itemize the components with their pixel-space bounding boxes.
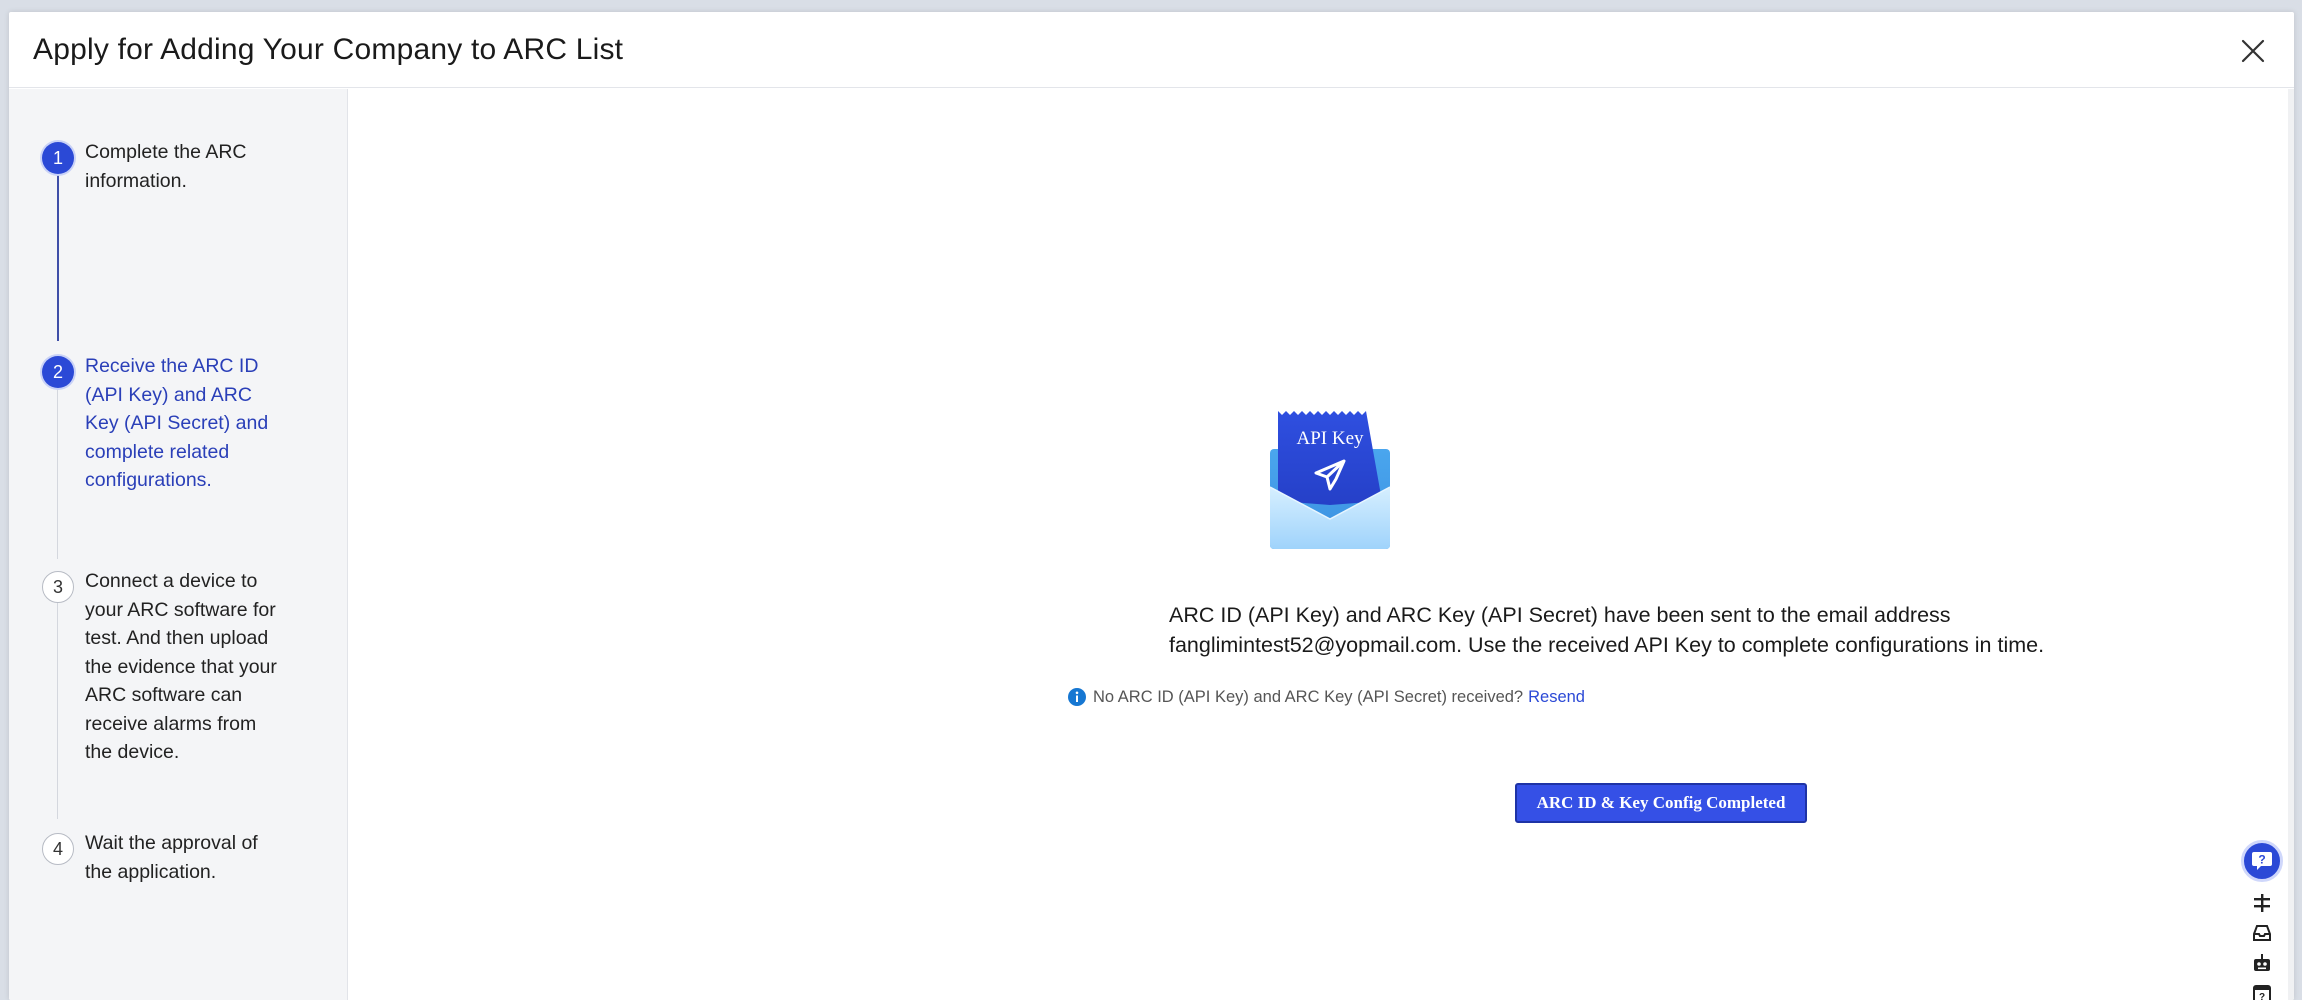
step-label: Complete the ARC information. bbox=[85, 141, 247, 192]
config-completed-button[interactable]: ARC ID & Key Config Completed bbox=[1515, 783, 1807, 823]
step-label: Connect a device to your ARC software fo… bbox=[85, 570, 277, 763]
step-2: 2 Receive the ARC ID (API Key) and ARC K… bbox=[42, 352, 285, 495]
resend-row: No ARC ID (API Key) and ARC Key (API Sec… bbox=[348, 687, 2294, 707]
step-list: 1 Complete the ARC information. 2 Receiv… bbox=[9, 89, 348, 1000]
svg-text:?: ? bbox=[2258, 853, 2265, 867]
sent-message: ARC ID (API Key) and ARC Key (API Secret… bbox=[1169, 603, 2045, 657]
not-received-text: No ARC ID (API Key) and ARC Key (API Sec… bbox=[1093, 687, 1524, 706]
illustration-label: API Key bbox=[1296, 428, 1364, 449]
step-number: 4 bbox=[42, 833, 74, 865]
floating-toolbar: ? ? bbox=[2238, 840, 2286, 1000]
step-3: 3 Connect a device to your ARC software … bbox=[42, 567, 285, 767]
calendar-help-icon[interactable]: ? bbox=[2251, 982, 2273, 1000]
api-key-envelope-illustration: API Key bbox=[1268, 409, 1392, 551]
modal-body: 1 Complete the ARC information. 2 Receiv… bbox=[9, 89, 2294, 1000]
svg-text:?: ? bbox=[2259, 992, 2265, 1000]
step-number: 2 bbox=[42, 356, 74, 388]
help-button[interactable]: ? bbox=[2241, 840, 2283, 882]
close-icon[interactable] bbox=[2238, 36, 2268, 66]
apply-modal: Apply for Adding Your Company to ARC Lis… bbox=[9, 12, 2294, 1000]
step-number: 1 bbox=[42, 142, 74, 174]
toggle-icon[interactable] bbox=[2251, 892, 2273, 914]
main-panel: API Key ARC ID (API Key) and ARC Key (AP… bbox=[348, 89, 2294, 1000]
envelope-icon: API Key bbox=[1269, 411, 1391, 549]
step-number: 3 bbox=[42, 571, 74, 603]
modal-header: Apply for Adding Your Company to ARC Lis… bbox=[9, 12, 2294, 88]
modal-title: Apply for Adding Your Company to ARC Lis… bbox=[33, 32, 624, 66]
resend-link[interactable]: Resend bbox=[1528, 688, 1585, 707]
step-4: 4 Wait the approval of the application. bbox=[42, 829, 285, 886]
step-label: Wait the approval of the application. bbox=[85, 832, 258, 883]
step-label: Receive the ARC ID (API Key) and ARC Key… bbox=[85, 355, 269, 491]
inbox-icon[interactable] bbox=[2251, 922, 2273, 944]
help-icon: ? bbox=[2252, 852, 2272, 870]
step-1: 1 Complete the ARC information. bbox=[42, 138, 285, 195]
robot-icon[interactable] bbox=[2251, 952, 2273, 974]
scrollbar[interactable] bbox=[2288, 89, 2294, 1000]
info-icon bbox=[1068, 688, 1087, 706]
